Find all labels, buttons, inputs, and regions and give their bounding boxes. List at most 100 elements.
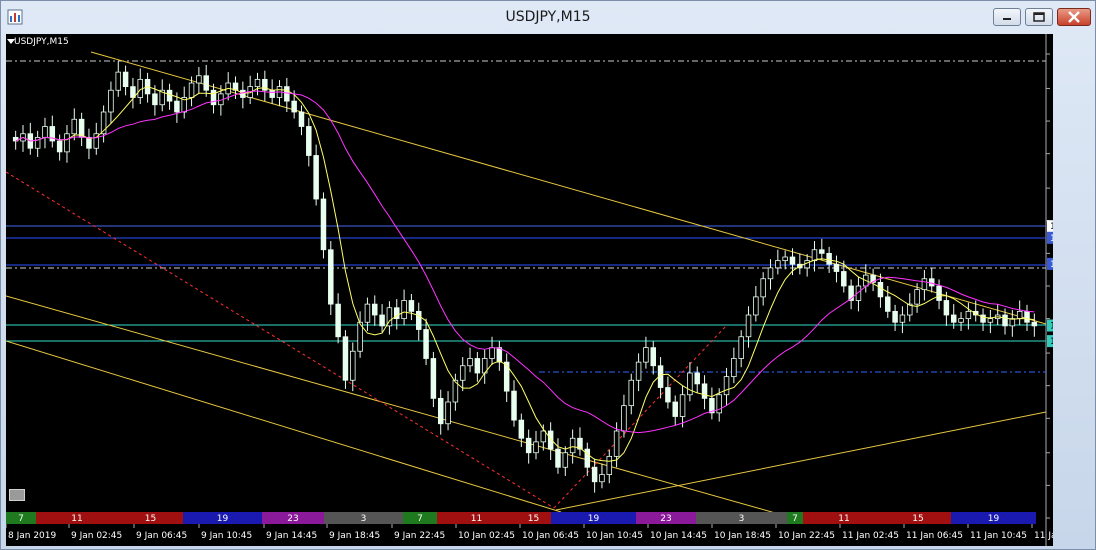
price-chart[interactable]: 109.020 108.925 108.835 108.745 108.650 108.5… (6, 34, 1053, 546)
candle (276, 80, 283, 107)
candle-body (122, 71, 129, 88)
title-bar[interactable]: USDJPY,M15 (1, 1, 1095, 33)
candle (27, 122, 34, 155)
candle-body (826, 252, 832, 265)
candle (928, 267, 935, 293)
candle (122, 65, 129, 96)
candle-body (284, 86, 290, 102)
candle-body (203, 75, 209, 91)
candle (423, 318, 429, 366)
time-axis-label: 10 Jan 14:45 (650, 531, 707, 541)
candle-body (965, 310, 972, 320)
candle-body (760, 278, 766, 298)
candle-body (584, 448, 591, 468)
price-axis-label: 108.195 (1052, 349, 1053, 359)
price-axis-label: 108.015 (1052, 414, 1053, 424)
candle-body (298, 111, 305, 127)
price-axis-label: 108.925 (1052, 84, 1053, 94)
time-axis-label: 9 Jan 10:45 (201, 531, 252, 541)
candle-body (555, 448, 561, 468)
candle-body (1009, 318, 1016, 327)
candle (503, 353, 510, 402)
time-axis: 8 Jan 2019 9 Jan 02:45 9 Jan 06:45 9 Jan 10… (6, 524, 1053, 541)
time-axis-label: 9 Jan 22:45 (394, 531, 445, 541)
candle-body (694, 372, 700, 385)
rising-trendline[interactable] (555, 411, 1047, 511)
candle-body (672, 401, 678, 417)
chart-window: USDJPY,M15 109.020108.925108.835108.7451… (0, 0, 1096, 550)
candle (262, 70, 268, 102)
candle (56, 134, 63, 161)
channel-trendline-mid[interactable] (6, 295, 787, 517)
candle (386, 301, 393, 335)
candle-body (320, 198, 327, 251)
candle (137, 68, 143, 105)
candle-body (914, 289, 920, 305)
candle (775, 249, 781, 275)
candle-body (738, 336, 744, 359)
candle (628, 373, 635, 415)
moving-averages (15, 86, 1035, 462)
candle (635, 353, 642, 392)
candle-body (152, 93, 158, 106)
candle-body (188, 82, 195, 98)
candle-body (408, 300, 415, 312)
candle (34, 130, 41, 157)
maximize-button[interactable] (1025, 8, 1053, 26)
candle (306, 117, 312, 167)
candle-body (950, 314, 957, 323)
candle-body (518, 419, 525, 439)
time-axis-label: 9 Jan 02:45 (71, 531, 122, 541)
candle (342, 330, 349, 389)
price-axis-label: 108.745 (1052, 150, 1053, 160)
candle-body (958, 318, 964, 323)
candle (247, 75, 253, 105)
candle-body (943, 300, 950, 316)
candle-body (665, 387, 671, 403)
candle (907, 293, 913, 322)
slow-moving-average-line (15, 90, 1035, 434)
time-axis-label: 11 Jan 06:45 (906, 531, 963, 541)
candle (511, 380, 517, 427)
candle-body (753, 296, 759, 316)
candle (650, 341, 656, 375)
candle (994, 304, 1001, 326)
candle (679, 386, 686, 428)
candle (980, 308, 986, 331)
candle (415, 302, 422, 341)
hour-label: 3 (739, 514, 745, 524)
chart-canvas[interactable]: 109.020 108.925 108.835 108.745 108.650 108.5… (6, 34, 1053, 546)
candle (130, 77, 136, 109)
minimize-button[interactable] (993, 8, 1021, 26)
hour-label: 19 (988, 514, 1000, 524)
candle-body (196, 75, 202, 84)
hour-label: 23 (660, 514, 671, 524)
candle (701, 375, 708, 410)
candle-body (474, 358, 481, 374)
candle (958, 312, 964, 331)
candle (100, 105, 107, 143)
candle (496, 341, 503, 371)
close-button[interactable] (1057, 8, 1091, 26)
candle-body (269, 89, 275, 98)
candle (86, 128, 92, 160)
candle (313, 144, 319, 206)
candle-body (291, 100, 297, 113)
candle-body (877, 281, 884, 298)
red-dashed-trendline[interactable] (6, 171, 555, 509)
candle (987, 309, 994, 334)
candle (181, 86, 187, 119)
candle-body (350, 350, 356, 381)
chart-scroll-handle[interactable] (9, 489, 25, 501)
candle (753, 286, 759, 322)
hour-strip: 7 11 15 19 23 3 7 11 15 19 23 3 7 11 15 19 (6, 512, 1036, 524)
candle-body (731, 358, 737, 378)
candle-body (496, 347, 503, 363)
price-axis-label: 108.835 (1052, 117, 1053, 127)
upper-trendline[interactable] (90, 51, 1047, 325)
candle-body (467, 358, 473, 367)
candle-body (782, 256, 788, 262)
candle (328, 241, 334, 315)
candle (459, 357, 466, 392)
candle (196, 67, 202, 94)
